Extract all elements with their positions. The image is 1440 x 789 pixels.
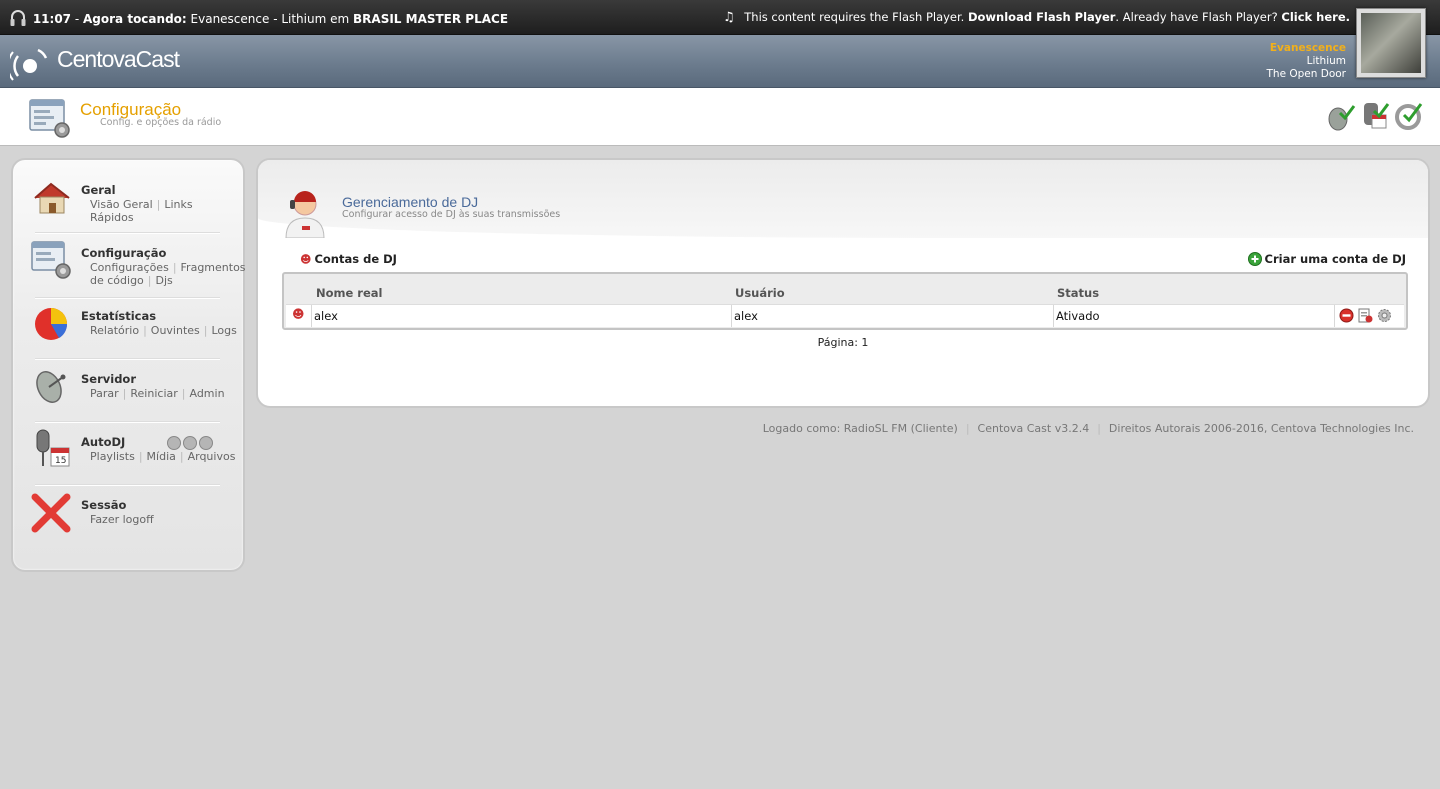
add-circle-icon: [1247, 252, 1262, 266]
edit-document-icon[interactable]: [1358, 308, 1373, 323]
dj-user-icon: ☻: [292, 307, 305, 321]
column-header-status[interactable]: Status: [1057, 286, 1099, 300]
flash-notice: ♫ This content requires the Flash Player…: [722, 10, 1350, 25]
column-header-nome[interactable]: Nome real: [316, 286, 382, 300]
now-playing-track: Evanescence - Lithium em: [190, 12, 350, 26]
dj-accounts-table: Nome real Usuário Status ☻ alex alex Ati…: [282, 272, 1408, 330]
autodj-stop-button[interactable]: [183, 436, 197, 450]
panel-subtitle: Configurar acesso de DJ às suas transmis…: [342, 209, 561, 220]
create-dj-account-button[interactable]: Criar uma conta de DJ: [1247, 252, 1406, 266]
sidebar-item-servidor: Servidor Parar | Reiniciar | Admin: [13, 349, 243, 409]
track-info: Evanescence Lithium The Open Door: [1267, 42, 1347, 81]
sidebar-title[interactable]: Geral: [81, 183, 116, 197]
settings-gear-icon[interactable]: [1377, 308, 1392, 323]
pie-chart-icon: [35, 308, 68, 340]
sidebar-nav: Geral Visão Geral | Links Rápidos Configur…: [11, 158, 246, 572]
footer-version: Centova Cast v3.2.4: [977, 422, 1090, 435]
footer-logged-as: Logado como: RadioSL FM (Cliente): [762, 422, 958, 435]
sidebar-link-ouvintes[interactable]: Ouvintes: [151, 324, 200, 337]
autodj-calendar-icon[interactable]: [1360, 99, 1390, 131]
track-song: Lithium: [1306, 55, 1346, 67]
sidebar-link-relatorio[interactable]: Relatório: [90, 324, 139, 337]
footer: Logado como: RadioSL FM (Cliente) | Centov…: [762, 422, 1414, 435]
cell-usuario: alex: [734, 309, 758, 323]
sidebar-item-configuracao: Configuração Configurações | Fragmentos de…: [13, 223, 246, 287]
centova-logo-icon: [10, 48, 48, 81]
sidebar-link-configuracoes[interactable]: Configurações: [90, 261, 169, 274]
sidebar-item-sessao: Sessão Fazer logoff: [13, 475, 243, 535]
autodj-next-button[interactable]: [199, 436, 213, 450]
click-here-link[interactable]: Click here.: [1281, 10, 1350, 24]
sidebar-link-midia[interactable]: Mídia: [147, 450, 176, 463]
now-playing-info: 11:07 - Agora tocando: Evanescence - Lit…: [10, 9, 508, 27]
now-playing-bar: 11:07 - Agora tocando: Evanescence - Lit…: [0, 0, 1440, 35]
pagination: Página: 1: [817, 336, 869, 349]
sidebar-title[interactable]: AutoDJ: [81, 435, 125, 449]
app-logo-text: CentovaCast: [57, 46, 180, 72]
page-subtitle: Config. e opções da rádio: [100, 117, 222, 128]
home-icon: [34, 182, 70, 214]
configuration-icon: [31, 241, 71, 279]
now-playing-label: Agora tocando:: [83, 12, 187, 26]
sidebar-item-geral: Geral Visão Geral | Links Rápidos: [13, 160, 243, 224]
sidebar-link-playlists[interactable]: Playlists: [90, 450, 135, 463]
sidebar-title[interactable]: Servidor: [81, 372, 136, 386]
dj-management-panel: Gerenciamento de DJ Configurar acesso de…: [256, 158, 1430, 408]
headphones-icon: [10, 10, 26, 26]
flash-already-text: Already have Flash Player?: [1122, 10, 1278, 24]
dj-user-icon: [285, 191, 325, 238]
download-flash-link[interactable]: Download Flash Player: [968, 10, 1115, 24]
start-server-icon[interactable]: [1326, 99, 1356, 131]
app-header: [0, 35, 1440, 88]
create-dj-label: Criar uma conta de DJ: [1264, 252, 1406, 266]
station-name: BRASIL MASTER PLACE: [353, 12, 509, 26]
table-row[interactable]: ☻ alex alex Ativado: [286, 304, 1404, 327]
album-art: [1356, 8, 1426, 78]
power-check-icon[interactable]: [1394, 99, 1424, 131]
sidebar-link-visao-geral[interactable]: Visão Geral: [90, 198, 153, 211]
sidebar-title[interactable]: Configuração: [81, 246, 166, 260]
cell-nome: alex: [314, 309, 338, 323]
sidebar-item-estatisticas: Estatísticas Relatório | Ouvintes | Logs: [13, 286, 243, 346]
track-artist: Evanescence: [1269, 42, 1346, 54]
satellite-dish-icon: [36, 371, 66, 403]
delete-icon[interactable]: [1339, 308, 1354, 323]
section-dj-accounts: ☻ Contas de DJ: [300, 252, 397, 266]
panel-title: Gerenciamento de DJ: [342, 194, 479, 210]
track-album: The Open Door: [1266, 68, 1347, 80]
dj-user-small-icon: ☻: [300, 253, 312, 266]
sidebar-link-logoff[interactable]: Fazer logoff: [90, 513, 154, 526]
cell-status: Ativado: [1056, 309, 1100, 323]
sidebar-link-arquivos[interactable]: Arquivos: [188, 450, 236, 463]
flash-text: This content requires the Flash Player.: [744, 10, 965, 24]
sidebar-link-admin[interactable]: Admin: [189, 387, 224, 400]
sidebar-link-parar[interactable]: Parar: [90, 387, 119, 400]
sidebar-title[interactable]: Estatísticas: [81, 309, 156, 323]
clock: 11:07: [32, 12, 72, 26]
configuration-icon: [29, 99, 70, 138]
sidebar-link-logs[interactable]: Logs: [212, 324, 237, 337]
footer-copyright: Direitos Autorais 2006-2016, Centova Tec…: [1108, 422, 1414, 435]
section-label: Contas de DJ: [314, 252, 397, 266]
microphone-calendar-icon: 15: [36, 429, 70, 467]
autodj-previous-button[interactable]: [167, 436, 181, 450]
sidebar-link-reiniciar[interactable]: Reiniciar: [130, 387, 177, 400]
sidebar-title[interactable]: Sessão: [81, 498, 126, 512]
close-x-icon: [31, 493, 71, 533]
music-note-icon: ♫: [722, 10, 735, 25]
svg-text:15: 15: [55, 456, 66, 466]
column-header-usuario[interactable]: Usuário: [735, 286, 785, 300]
